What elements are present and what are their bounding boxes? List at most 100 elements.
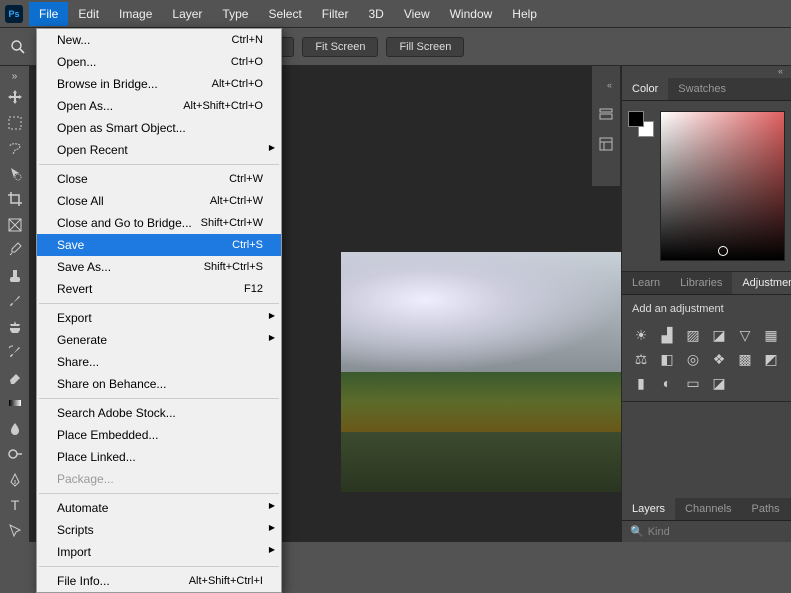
clone-stamp-tool-icon[interactable] xyxy=(3,316,27,339)
menu-item-open-as-smart-object[interactable]: Open as Smart Object... xyxy=(37,117,281,139)
menubar-item-layer[interactable]: Layer xyxy=(162,2,212,26)
balance-adjustment-icon[interactable]: ⚖ xyxy=(632,351,650,367)
layer-filter-label[interactable]: Kind xyxy=(648,526,670,538)
gradient-tool-icon[interactable] xyxy=(3,392,27,415)
photo-filter-adjustment-icon[interactable]: ◎ xyxy=(684,351,702,367)
frame-tool-icon[interactable] xyxy=(3,214,27,237)
menubar-item-window[interactable]: Window xyxy=(440,2,503,26)
history-brush-tool-icon[interactable] xyxy=(3,341,27,364)
menu-item-export[interactable]: Export xyxy=(37,307,281,329)
right-panel-collapse-icon[interactable]: « xyxy=(622,66,791,78)
quick-select-tool-icon[interactable] xyxy=(3,163,27,186)
tab-libraries[interactable]: Libraries xyxy=(670,272,732,294)
exposure-adjustment-icon[interactable]: ◪ xyxy=(710,327,728,343)
layers-panel: Layers Channels Paths 🔍 Kind xyxy=(622,498,791,542)
menu-item-close[interactable]: CloseCtrl+W xyxy=(37,168,281,190)
path-select-tool-icon[interactable] xyxy=(3,520,27,543)
bw-adjustment-icon[interactable]: ◧ xyxy=(658,351,676,367)
dodge-tool-icon[interactable] xyxy=(3,443,27,466)
menubar-item-select[interactable]: Select xyxy=(258,2,311,26)
selective-color-adjustment-icon[interactable]: ◪ xyxy=(710,375,728,391)
gradient-map-adjustment-icon[interactable]: ▭ xyxy=(684,375,702,391)
menubar: Ps FileEditImageLayerTypeSelectFilter3DV… xyxy=(0,0,791,28)
fill-screen-button[interactable]: Fill Screen xyxy=(386,37,464,57)
crop-tool-icon[interactable] xyxy=(3,188,27,211)
menu-item-revert[interactable]: RevertF12 xyxy=(37,278,281,300)
levels-adjustment-icon[interactable]: ▟ xyxy=(658,327,676,343)
tab-paths[interactable]: Paths xyxy=(742,498,790,520)
menu-item-file-info[interactable]: File Info...Alt+Shift+Ctrl+I xyxy=(37,570,281,592)
tab-learn[interactable]: Learn xyxy=(622,272,670,294)
menu-item-open-recent[interactable]: Open Recent xyxy=(37,139,281,161)
adjustments-panel: Learn Libraries Adjustment Add an adjust… xyxy=(622,272,791,402)
toolbox: » T xyxy=(0,66,30,542)
tab-layers[interactable]: Layers xyxy=(622,498,675,520)
fit-screen-button[interactable]: Fit Screen xyxy=(302,37,378,57)
lookup-adjustment-icon[interactable]: ▩ xyxy=(736,351,754,367)
zoom-tool-icon[interactable] xyxy=(10,39,34,55)
blur-tool-icon[interactable] xyxy=(3,418,27,441)
menu-item-search-adobe-stock[interactable]: Search Adobe Stock... xyxy=(37,402,281,424)
properties-panel-icon[interactable] xyxy=(598,136,614,152)
color-field[interactable] xyxy=(660,111,785,261)
menu-item-place-embedded[interactable]: Place Embedded... xyxy=(37,424,281,446)
brush-tool-icon[interactable] xyxy=(3,290,27,313)
menubar-item-edit[interactable]: Edit xyxy=(68,2,109,26)
menubar-item-file[interactable]: File xyxy=(29,2,68,26)
channel-mixer-adjustment-icon[interactable]: ❖ xyxy=(710,351,728,367)
type-tool-icon[interactable]: T xyxy=(3,494,27,517)
marquee-tool-icon[interactable] xyxy=(3,112,27,135)
menu-item-new[interactable]: New...Ctrl+N xyxy=(37,29,281,51)
invert-adjustment-icon[interactable]: ◩ xyxy=(762,351,780,367)
tab-color[interactable]: Color xyxy=(622,78,668,100)
tab-channels[interactable]: Channels xyxy=(675,498,741,520)
menu-item-browse-in-bridge[interactable]: Browse in Bridge...Alt+Ctrl+O xyxy=(37,73,281,95)
vibrance-adjustment-icon[interactable]: ▽ xyxy=(736,327,754,343)
panel-collapse-icon[interactable]: « xyxy=(592,80,620,92)
tab-swatches[interactable]: Swatches xyxy=(668,78,736,100)
menu-item-generate[interactable]: Generate xyxy=(37,329,281,351)
eyedropper-tool-icon[interactable] xyxy=(3,239,27,262)
posterize-adjustment-icon[interactable]: ▮ xyxy=(632,375,650,391)
menu-item-scripts[interactable]: Scripts xyxy=(37,519,281,541)
menu-item-open[interactable]: Open...Ctrl+O xyxy=(37,51,281,73)
menu-item-close-all[interactable]: Close AllAlt+Ctrl+W xyxy=(37,190,281,212)
healing-brush-tool-icon[interactable] xyxy=(3,265,27,288)
pen-tool-icon[interactable] xyxy=(3,469,27,492)
curves-adjustment-icon[interactable]: ▨ xyxy=(684,327,702,343)
app-logo: Ps xyxy=(5,5,23,23)
right-panels: « Color Swatches Learn Libraries Adjustm… xyxy=(621,66,791,542)
menu-item-share-on-behance[interactable]: Share on Behance... xyxy=(37,373,281,395)
history-panel-icon[interactable] xyxy=(598,106,614,122)
menubar-item-3d[interactable]: 3D xyxy=(358,2,393,26)
menu-item-save[interactable]: SaveCtrl+S xyxy=(37,234,281,256)
menu-item-share[interactable]: Share... xyxy=(37,351,281,373)
menubar-item-help[interactable]: Help xyxy=(502,2,547,26)
hue-adjustment-icon[interactable]: ▦ xyxy=(762,327,780,343)
document-image[interactable] xyxy=(341,252,621,492)
adjustments-title: Add an adjustment xyxy=(622,295,791,323)
collapsed-panel-strip: « xyxy=(591,66,621,186)
file-menu-dropdown: New...Ctrl+NOpen...Ctrl+OBrowse in Bridg… xyxy=(36,28,282,593)
menubar-item-filter[interactable]: Filter xyxy=(312,2,359,26)
brightness-adjustment-icon[interactable]: ☀ xyxy=(632,327,650,343)
eraser-tool-icon[interactable] xyxy=(3,367,27,390)
color-panel: Color Swatches xyxy=(622,78,791,272)
menu-item-import[interactable]: Import xyxy=(37,541,281,563)
menu-item-open-as[interactable]: Open As...Alt+Shift+Ctrl+O xyxy=(37,95,281,117)
menu-item-close-and-go-to-bridge[interactable]: Close and Go to Bridge...Shift+Ctrl+W xyxy=(37,212,281,234)
menubar-item-image[interactable]: Image xyxy=(109,2,162,26)
menubar-item-view[interactable]: View xyxy=(394,2,440,26)
move-tool-icon[interactable] xyxy=(3,86,27,109)
threshold-adjustment-icon[interactable]: ◐ xyxy=(658,375,676,391)
menu-item-save-as[interactable]: Save As...Shift+Ctrl+S xyxy=(37,256,281,278)
toolbox-collapse-icon[interactable]: » xyxy=(3,70,27,83)
tab-adjustments[interactable]: Adjustment xyxy=(732,272,791,294)
menubar-item-type[interactable]: Type xyxy=(212,2,258,26)
menu-item-place-linked[interactable]: Place Linked... xyxy=(37,446,281,468)
lasso-tool-icon[interactable] xyxy=(3,137,27,160)
menu-item-package: Package... xyxy=(37,468,281,490)
menu-item-automate[interactable]: Automate xyxy=(37,497,281,519)
svg-text:T: T xyxy=(10,497,19,513)
fg-bg-swatch[interactable] xyxy=(628,111,654,137)
